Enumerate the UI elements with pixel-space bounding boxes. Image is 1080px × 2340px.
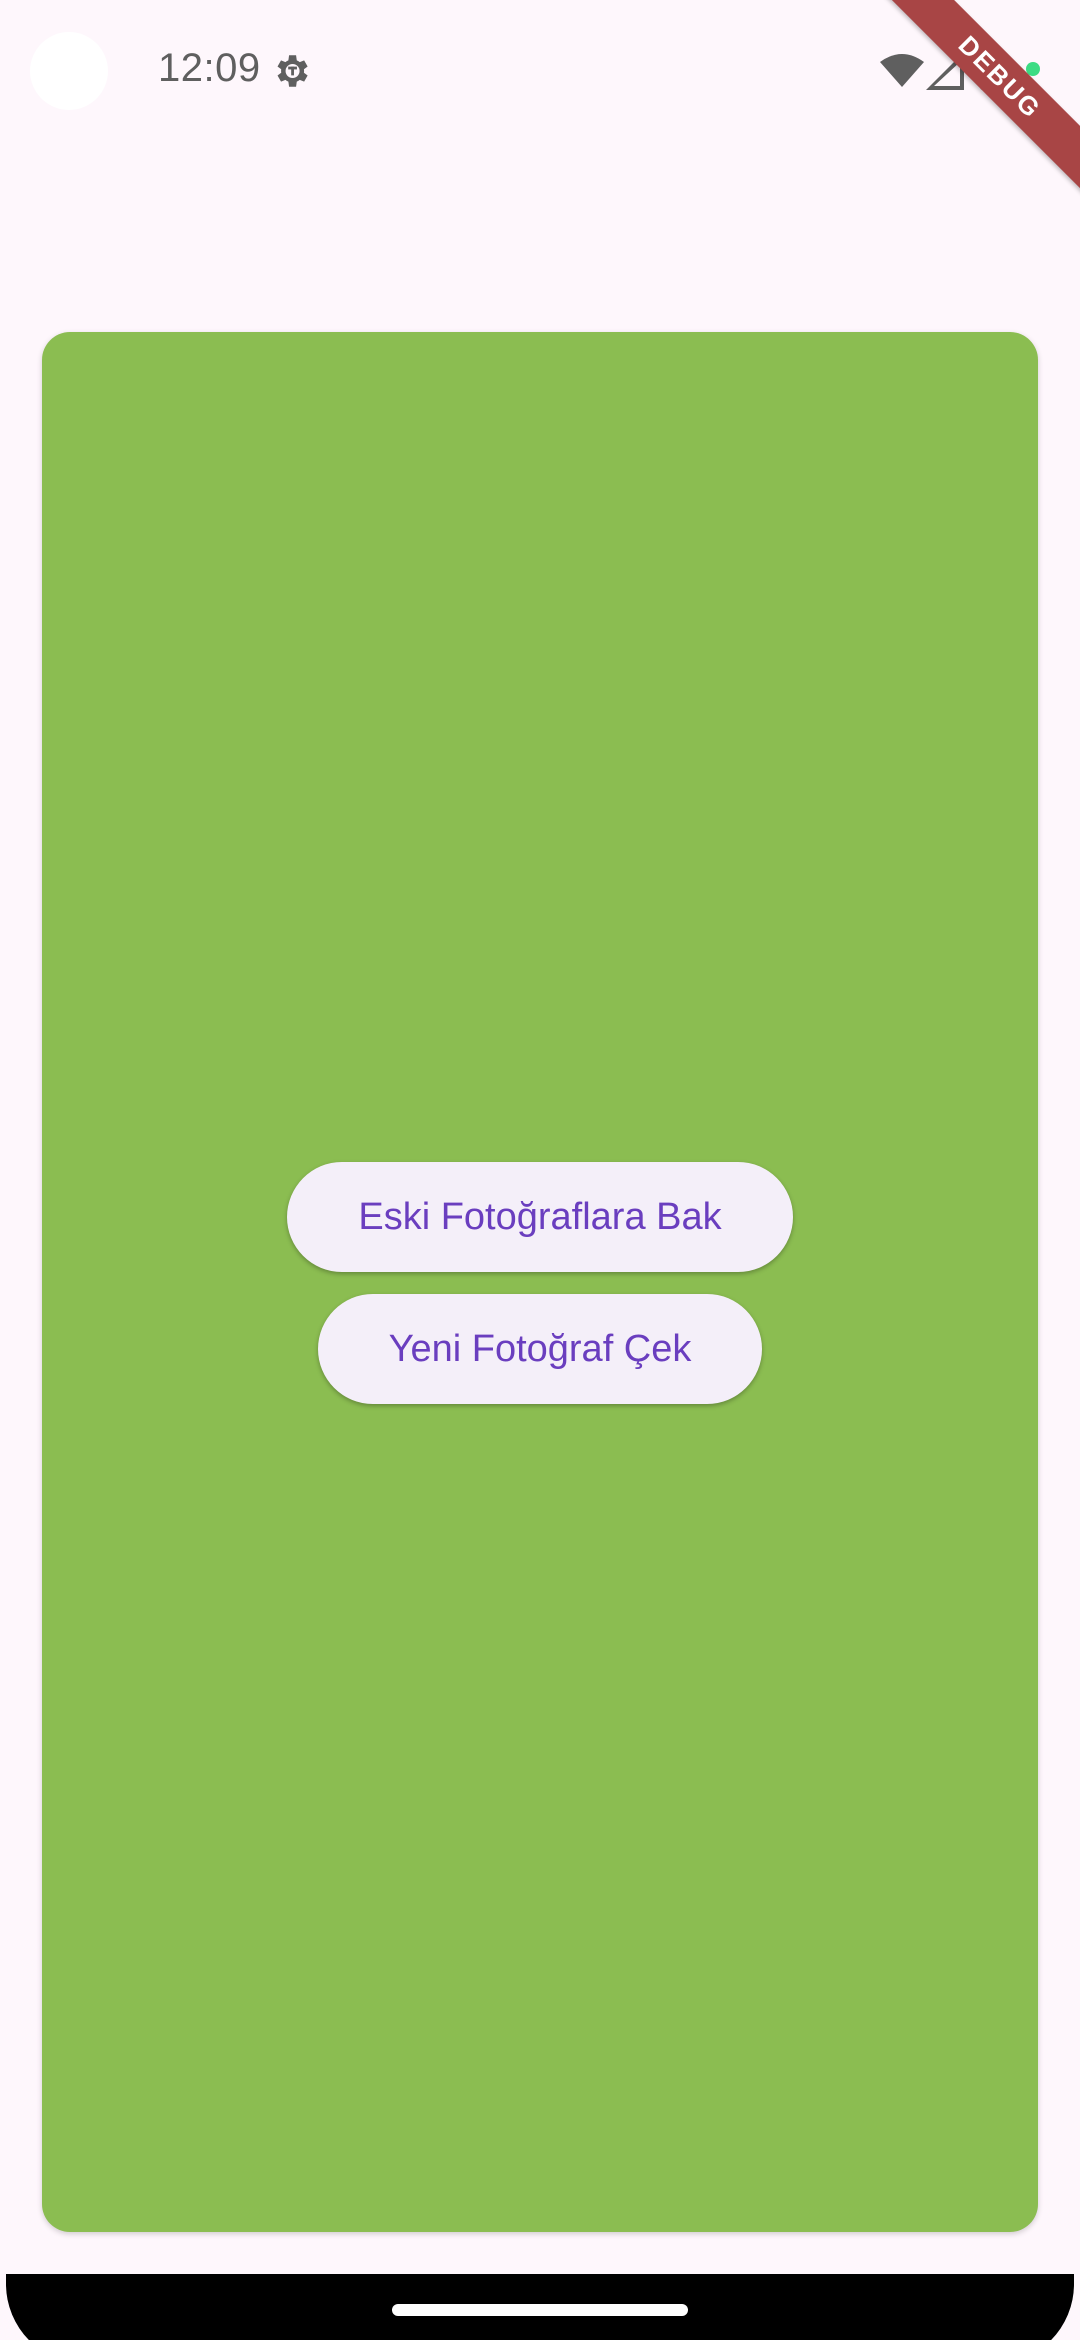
main-card: Eski Fotoğraflara Bak Yeni Fotoğraf Çek [42,332,1038,2232]
status-time: 12:09 [158,46,261,90]
app-screen: 12:09 DEBUG Eski Fotoğraflara Bak Yeni F… [0,0,1080,2340]
front-camera [30,32,108,110]
take-new-photo-button[interactable]: Yeni Fotoğraf Çek [318,1294,762,1404]
wifi-icon [880,54,924,87]
settings-icon [277,55,308,87]
home-indicator[interactable] [392,2304,688,2316]
view-old-photos-button[interactable]: Eski Fotoğraflara Bak [287,1162,793,1272]
